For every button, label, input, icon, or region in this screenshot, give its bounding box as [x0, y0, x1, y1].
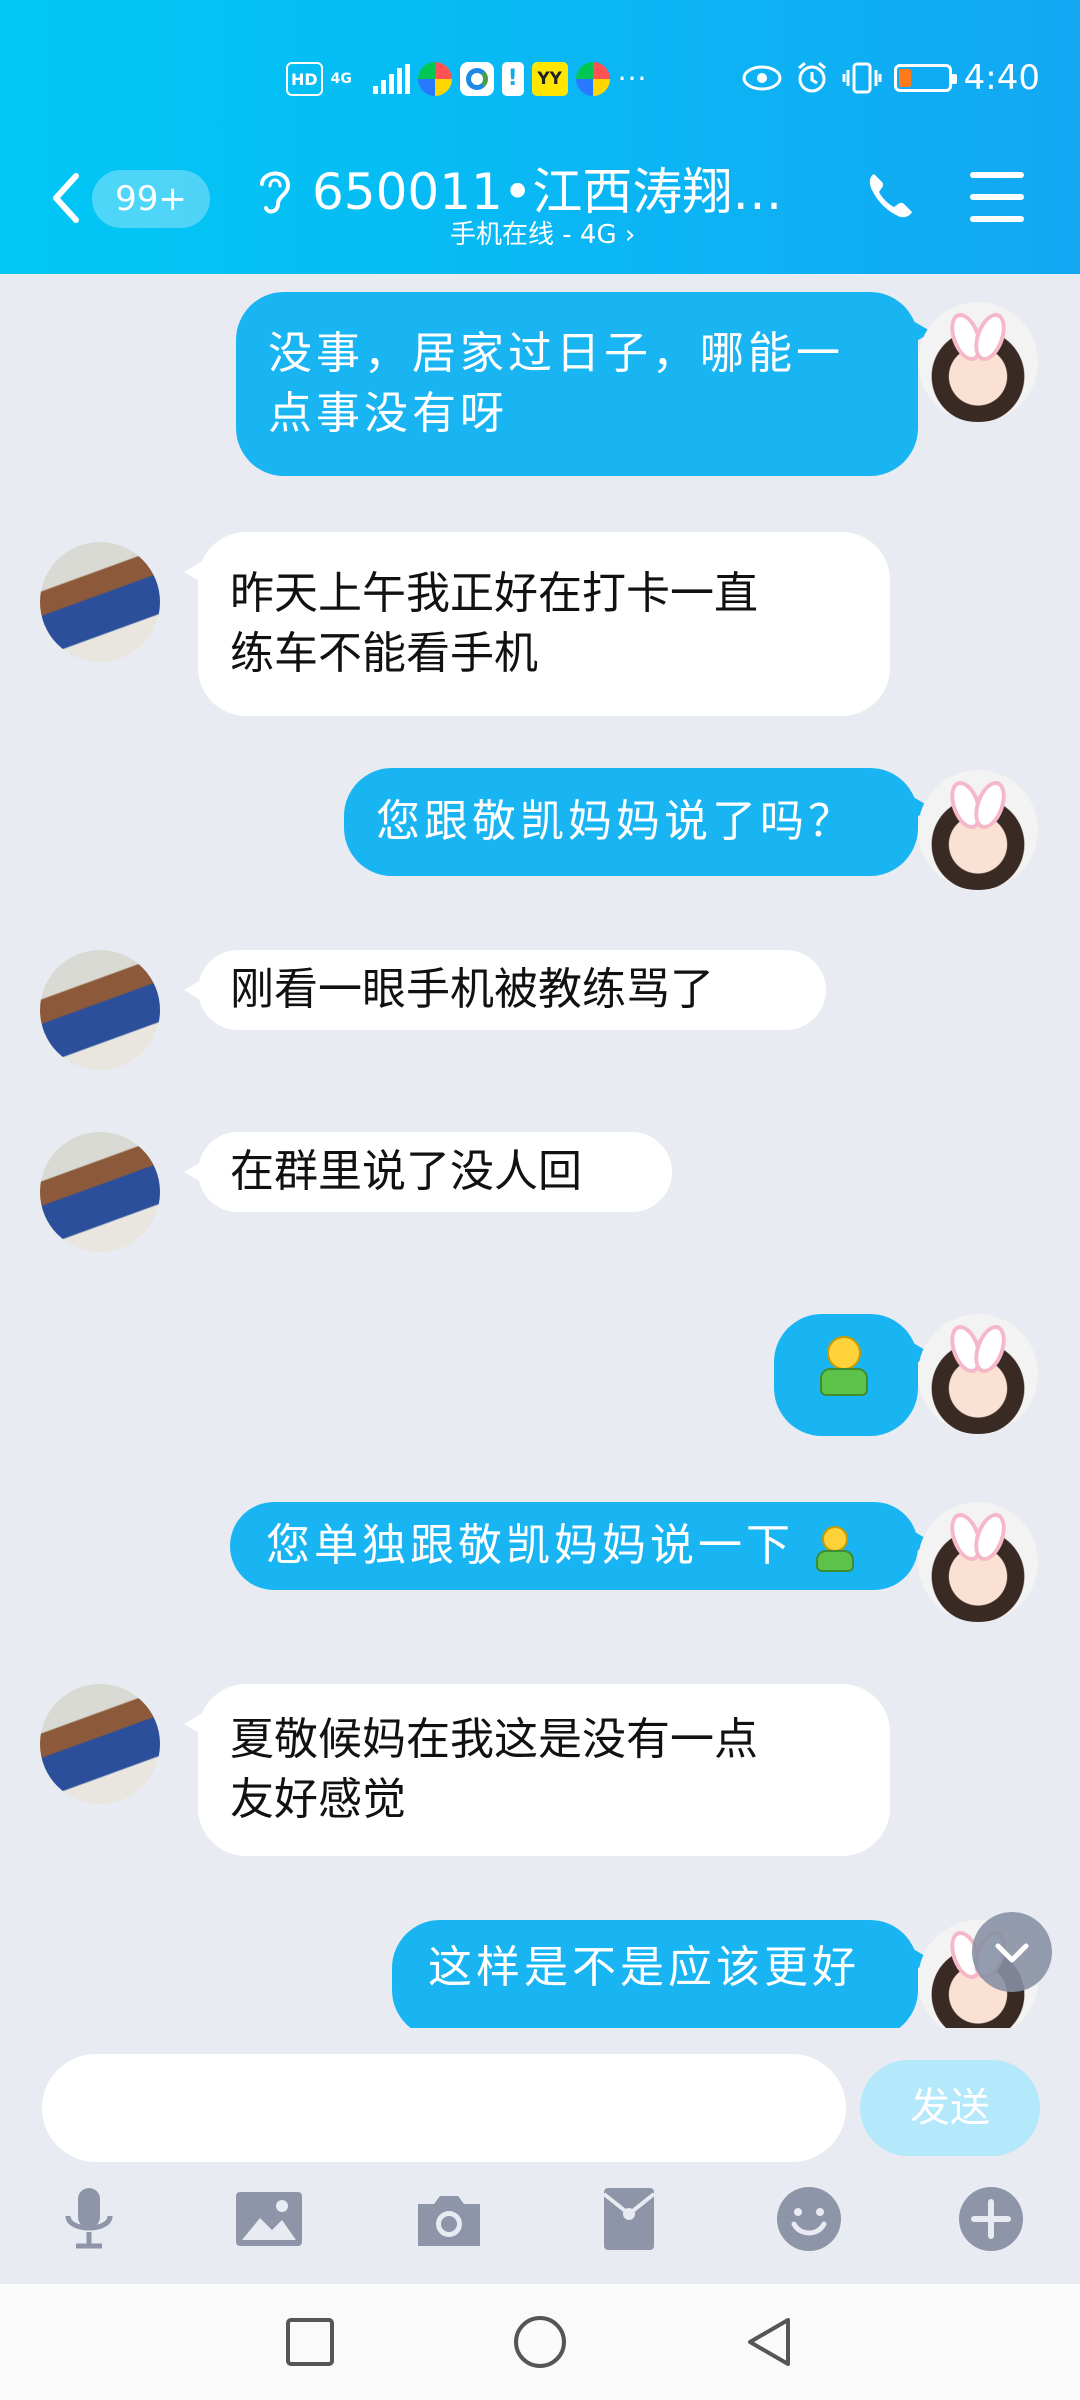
emoji-icon[interactable]: [774, 2184, 844, 2254]
message-bubble-outgoing[interactable]: 没事，居家过日子，哪能一 点事没有呀: [236, 292, 932, 476]
more-notifications-icon: ···: [617, 62, 648, 95]
contact-avatar[interactable]: [40, 950, 160, 1070]
chat-header: HD 4G ! YY ··· 4:40 99+ 650011•江西涛翔妈g...…: [0, 0, 1080, 274]
message-bubble-outgoing[interactable]: 这样是不是应该更好: [392, 1920, 932, 2028]
recent-apps-icon[interactable]: [282, 2314, 338, 2370]
scroll-to-bottom-icon[interactable]: [972, 1912, 1052, 1992]
my-avatar[interactable]: [918, 1314, 1038, 1434]
network-type: 4G: [330, 71, 352, 87]
unread-count-badge[interactable]: 99+: [92, 170, 210, 228]
microphone-icon[interactable]: [54, 2184, 124, 2254]
menu-icon[interactable]: [970, 172, 1024, 222]
vibrate-icon: [842, 62, 882, 94]
message-line: 昨天上午我正好在打卡一直: [230, 568, 758, 619]
camera-icon[interactable]: [414, 2184, 484, 2254]
status-right-icons: 4:40: [742, 58, 1040, 98]
message-line: 友好感觉: [230, 1774, 406, 1825]
send-button[interactable]: 发送: [860, 2060, 1040, 2156]
image-icon[interactable]: [234, 2184, 304, 2254]
app-notification-icon: [417, 62, 452, 96]
my-avatar[interactable]: [918, 1502, 1038, 1622]
message-line: 没事，居家过日子，哪能一: [268, 328, 844, 379]
message-bubble-outgoing[interactable]: 您跟敬凯妈妈说了吗？: [344, 768, 932, 876]
person-emoji: [812, 1524, 858, 1574]
signal-icon: [372, 64, 410, 94]
eye-comfort-icon: [742, 65, 782, 91]
contact-avatar[interactable]: [40, 1684, 160, 1804]
message-line: 这样是不是应该更好: [428, 1942, 860, 1993]
plus-icon[interactable]: [956, 2184, 1026, 2254]
my-avatar[interactable]: [918, 302, 1038, 422]
message-line: 刚看一眼手机被教练骂了: [230, 964, 714, 1015]
message-line: 您跟敬凯妈妈说了吗？: [376, 796, 856, 847]
yy-app-icon: YY: [531, 62, 568, 96]
back-nav-icon[interactable]: [742, 2314, 798, 2370]
status-bar: HD 4G ! YY ··· 4:40: [0, 0, 1080, 156]
message-bubble-incoming[interactable]: 刚看一眼手机被教练骂了: [184, 950, 826, 1030]
back-arrow-icon[interactable]: [46, 168, 86, 228]
system-navigation-bar: [0, 2284, 1080, 2400]
message-bubble-incoming[interactable]: 夏敬候妈在我这是没有一点 友好感觉: [184, 1684, 890, 1856]
message-bubble-outgoing[interactable]: [774, 1314, 932, 1436]
person-emoji: [814, 1334, 874, 1400]
message-line: 在群里说了没人回: [230, 1146, 582, 1197]
my-avatar[interactable]: [918, 770, 1038, 890]
online-status[interactable]: 手机在线 - 4G ›: [450, 214, 635, 251]
message-bubble-incoming[interactable]: 在群里说了没人回: [184, 1132, 672, 1212]
clock: 4:40: [963, 58, 1040, 98]
alarm-icon: [797, 61, 826, 93]
hd-icon: HD: [286, 62, 323, 96]
app-notification-icon: [575, 62, 610, 96]
message-line: 点事没有呀: [268, 388, 508, 439]
status-left-icons: HD 4G ! YY ···: [286, 62, 647, 96]
message-bubble-incoming[interactable]: 昨天上午我正好在打卡一直 练车不能看手机: [184, 532, 890, 716]
alert-notification-icon: !: [501, 62, 524, 96]
contact-avatar[interactable]: [40, 542, 160, 662]
red-packet-icon[interactable]: [594, 2184, 664, 2254]
battery-icon: [893, 64, 957, 92]
message-line: 夏敬候妈在我这是没有一点: [230, 1714, 758, 1765]
input-toolbar: [0, 2184, 1080, 2264]
message-line: 练车不能看手机: [230, 628, 538, 679]
phone-call-icon[interactable]: [862, 168, 918, 224]
message-input[interactable]: [42, 2054, 846, 2162]
message-bubble-outgoing[interactable]: 您单独跟敬凯妈妈说一下: [230, 1502, 932, 1590]
home-icon[interactable]: [512, 2314, 568, 2370]
input-bar: 发送: [0, 2028, 1080, 2284]
message-list[interactable]: 没事，居家过日子，哪能一 点事没有呀 昨天上午我正好在打卡一直 练车不能看手机 …: [0, 274, 1080, 2028]
message-line: 您单独跟敬凯妈妈说一下: [266, 1520, 794, 1571]
contact-avatar[interactable]: [40, 1132, 160, 1252]
app-notification-icon: [459, 62, 494, 96]
ear-receiver-icon[interactable]: [254, 164, 294, 216]
